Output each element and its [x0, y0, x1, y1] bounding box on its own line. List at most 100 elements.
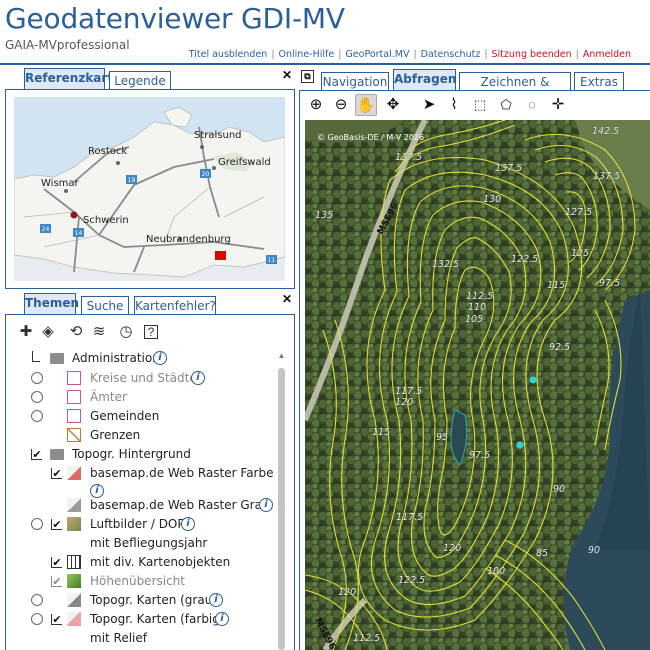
layer-outline-icon	[67, 371, 81, 385]
tree-layer-basemap-farbe[interactable]: ✔ basemap.de Web Raster Farbe i	[22, 464, 277, 498]
info-icon[interactable]: i	[191, 371, 205, 385]
link-online-help[interactable]: Online-Hilfe	[279, 49, 335, 60]
tree-sublayer-kartenobjekte[interactable]: ✔ mit div. Kartenobjekten	[22, 553, 277, 571]
tab-kartenfehler[interactable]: Kartenfehler?	[134, 296, 216, 314]
tree-layer-hoehenuebersicht[interactable]: ✔ Höhenübersicht	[22, 572, 277, 590]
road-shield-label: 24	[42, 226, 50, 233]
close-icon[interactable]: ✕	[281, 69, 293, 82]
layer-checkbox[interactable]: ✔	[51, 614, 62, 625]
tree-layer-topo-farbig[interactable]: ✔ Topogr. Karten (farbig) i	[22, 610, 277, 628]
tab-zeichnen-messen[interactable]: Zeichnen & Messen	[459, 72, 571, 107]
place-label: Neubrandenburg	[146, 234, 231, 245]
tree-layer-gemeinden[interactable]: Gemeinden	[22, 407, 277, 425]
tab-referenzkarte[interactable]: Referenzkarte	[24, 68, 121, 89]
tree-label: basemap.de Web Raster Grau	[90, 498, 270, 512]
info-line-icon[interactable]: ⌇	[443, 94, 465, 116]
info-rect-icon[interactable]: ⬚	[469, 94, 491, 116]
info-circle-icon[interactable]: ◌	[521, 94, 543, 116]
history-clock-icon[interactable]: ◷	[117, 323, 135, 341]
info-icon[interactable]: i	[259, 498, 273, 512]
link-login[interactable]: Anmelden	[583, 49, 631, 60]
link-geoportal[interactable]: GeoPortal.MV	[345, 49, 409, 60]
map-copyright: © GeoBasis-DE / M-V 2026	[317, 133, 425, 142]
tree-layer-kreise[interactable]: Kreise und Städte i	[22, 369, 277, 387]
layer-outline-icon	[67, 409, 81, 423]
info-pointer-icon[interactable]: ➤	[418, 94, 440, 116]
tab-abfragen[interactable]: Abfragen	[393, 69, 456, 90]
road-shield-label: 19	[128, 177, 136, 184]
tab-themen[interactable]: Themen	[24, 293, 79, 314]
contour-label: 130	[483, 194, 501, 205]
info-icon[interactable]: i	[181, 517, 195, 531]
layer-radio[interactable]	[31, 391, 43, 403]
layer-radio[interactable]	[31, 594, 43, 606]
layer-radio[interactable]	[31, 410, 43, 422]
tree-layer-grenzen[interactable]: Grenzen	[22, 426, 277, 444]
app-title: Geodatenviewer GDI-MV	[5, 2, 345, 35]
tab-extras[interactable]: Extras	[574, 72, 624, 90]
contour-label: 92.5	[549, 342, 570, 353]
tree-label: Luftbilder / DOP	[90, 517, 185, 531]
tree-folder-administration[interactable]: Administration i	[22, 349, 277, 367]
close-icon[interactable]: ✕	[281, 293, 293, 306]
refresh-icon[interactable]: ⟲	[67, 323, 85, 341]
road-shield-label: 14	[75, 230, 83, 237]
tree-label: Höhenübersicht	[90, 574, 185, 588]
tab-legende[interactable]: Legende	[109, 71, 171, 89]
layer-tree: Administration i Kreise und Städte i Ämt…	[22, 348, 277, 650]
zoom-out-icon[interactable]: ⊖	[330, 94, 352, 116]
zoom-in-icon[interactable]: ⊕	[305, 94, 327, 116]
link-end-session[interactable]: Sitzung beenden	[492, 49, 572, 60]
tree-folder-topo[interactable]: ✔ Topogr. Hintergrund	[22, 445, 277, 463]
tab-navigation[interactable]: Navigation	[321, 72, 389, 90]
layers-icon[interactable]: ◈	[39, 323, 57, 341]
info-icon[interactable]: i	[153, 351, 167, 365]
layer-checkbox[interactable]: ✔	[51, 519, 62, 530]
help-icon[interactable]: ?	[144, 325, 158, 339]
tree-layer-topo-grau[interactable]: Topogr. Karten (grau) i	[22, 591, 277, 609]
info-point-icon[interactable]: ✛	[547, 94, 569, 116]
place-label: Rostock	[88, 146, 127, 157]
map-canvas[interactable]: 142.5 137.5 137.5 137.5 135 130 127.5 12…	[305, 120, 650, 650]
layer-checkbox[interactable]: ✔	[51, 557, 62, 568]
layer-radio[interactable]	[31, 613, 43, 625]
contour-label: 110	[468, 302, 486, 313]
folder-checkbox[interactable]: ✔	[31, 449, 42, 460]
tab-suche[interactable]: Suche	[81, 296, 129, 314]
link-privacy[interactable]: Datenschutz	[421, 49, 481, 60]
layer-checkbox[interactable]: ✔	[51, 468, 62, 479]
boundary-icon	[67, 428, 81, 442]
layer-radio[interactable]	[31, 372, 43, 384]
tree-layer-luftbilder[interactable]: ✔ Luftbilder / DOP i	[22, 515, 277, 533]
overview-map[interactable]: 19 20 24 14 11 Stralsund Rostock Greifsw…	[14, 97, 285, 281]
layer-checkbox[interactable]: ✔	[51, 576, 62, 587]
pan-hand-icon[interactable]: ✋	[355, 94, 377, 116]
tree-layer-basemap-grau[interactable]: basemap.de Web Raster Grau i	[22, 496, 277, 514]
tree-sublayer-befliegungsjahr[interactable]: mit Befliegungsjahr	[22, 534, 277, 552]
top-links: Titel ausblenden | Online-Hilfe | GeoPortal.…	[189, 49, 631, 60]
link-separator: |	[575, 49, 579, 60]
info-icon[interactable]: i	[209, 593, 223, 607]
contour-label: 142.5	[592, 126, 619, 137]
tree-scrollbar[interactable]: ▲	[277, 352, 286, 650]
restore-window-icon[interactable]: ⧉	[301, 70, 314, 83]
overview-map-graphic: 19 20 24 14 11 Stralsund Rostock Greifsw…	[14, 97, 285, 281]
folder-icon	[50, 449, 64, 460]
scroll-up-icon[interactable]: ▲	[277, 352, 286, 360]
recenter-icon[interactable]: ✥	[382, 94, 404, 116]
add-layer-icon[interactable]: ✚	[17, 323, 35, 341]
basemap-grey-icon	[67, 498, 81, 512]
info-icon[interactable]: i	[215, 612, 229, 626]
layer-radio[interactable]	[31, 518, 43, 530]
link-hide-title[interactable]: Titel ausblenden	[189, 49, 268, 60]
layers-stack-icon[interactable]: ≋	[90, 323, 108, 341]
tree-label: mit div. Kartenobjekten	[90, 555, 231, 569]
info-polygon-icon[interactable]: ⬠	[495, 94, 517, 116]
tree-label: mit Befliegungsjahr	[90, 536, 208, 550]
contour-label: 122.5	[398, 575, 425, 586]
road-shield-label: 11	[268, 257, 276, 264]
tree-sublayer-relief[interactable]: mit Relief	[22, 629, 277, 647]
scrollbar-thumb[interactable]	[278, 368, 285, 650]
tree-label: Topogr. Hintergrund	[72, 447, 191, 461]
tree-layer-aemter[interactable]: Ämter	[22, 388, 277, 406]
